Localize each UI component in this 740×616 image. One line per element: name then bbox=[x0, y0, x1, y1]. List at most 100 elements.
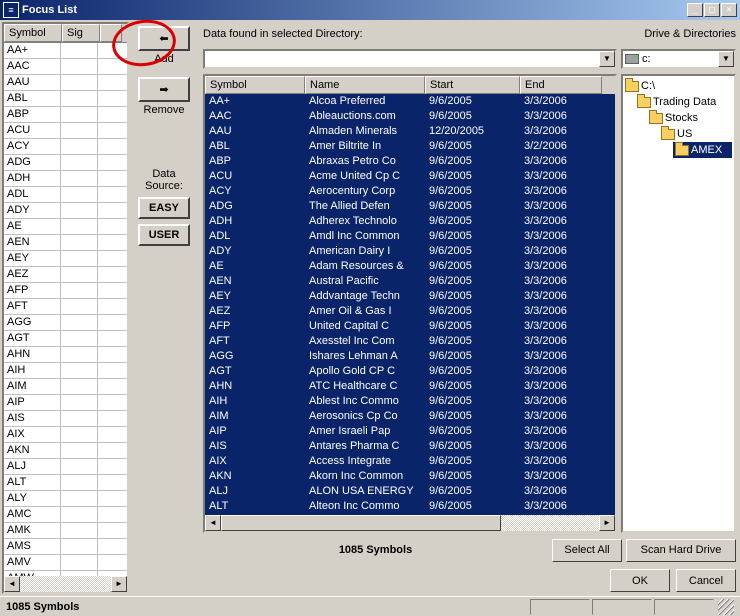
table-row[interactable]: AENAustral Pacific9/6/20053/3/2006 bbox=[205, 274, 615, 289]
list-item[interactable]: AE bbox=[4, 219, 127, 235]
remove-button[interactable]: ➡ bbox=[138, 77, 190, 102]
table-row[interactable]: AGGIshares Lehman A9/6/20053/3/2006 bbox=[205, 349, 615, 364]
table-row[interactable]: AFTAxesstel Inc Com9/6/20053/3/2006 bbox=[205, 334, 615, 349]
list-item[interactable]: AGG bbox=[4, 315, 127, 331]
list-item[interactable]: AHN bbox=[4, 347, 127, 363]
scroll-right-icon[interactable]: ► bbox=[599, 515, 615, 531]
list-item[interactable]: ALJ bbox=[4, 459, 127, 475]
list-item[interactable]: ADH bbox=[4, 171, 127, 187]
table-row[interactable]: AAUAlmaden Minerals12/20/20053/3/2006 bbox=[205, 124, 615, 139]
maximize-button[interactable]: □ bbox=[704, 3, 720, 17]
list-item[interactable]: ALY bbox=[4, 491, 127, 507]
list-item[interactable]: ABL bbox=[4, 91, 127, 107]
col-header-end[interactable]: End bbox=[520, 76, 602, 94]
table-row[interactable]: ADLAmdl Inc Common9/6/20053/3/2006 bbox=[205, 229, 615, 244]
col-header-symbol[interactable]: Symbol bbox=[205, 76, 305, 94]
list-item[interactable]: AMV bbox=[4, 555, 127, 571]
list-item[interactable]: ABP bbox=[4, 107, 127, 123]
list-item[interactable]: AA+ bbox=[4, 43, 127, 59]
cell-symbol: ABP bbox=[205, 154, 305, 169]
table-row[interactable]: ADGThe Allied Defen9/6/20053/3/2006 bbox=[205, 199, 615, 214]
table-row[interactable]: AFPUnited Capital C9/6/20053/3/2006 bbox=[205, 319, 615, 334]
table-row[interactable]: AIHAblest Inc Commo9/6/20053/3/2006 bbox=[205, 394, 615, 409]
add-button[interactable]: ⬅ bbox=[138, 26, 190, 51]
table-row[interactable]: ACYAerocentury Corp9/6/20053/3/2006 bbox=[205, 184, 615, 199]
list-item[interactable]: AMC bbox=[4, 507, 127, 523]
list-item[interactable]: AEZ bbox=[4, 267, 127, 283]
col-header-start[interactable]: Start bbox=[425, 76, 520, 94]
select-all-button[interactable]: Select All bbox=[552, 539, 622, 562]
table-row[interactable]: AIPAmer Israeli Pap9/6/20053/3/2006 bbox=[205, 424, 615, 439]
table-row[interactable]: AISAntares Pharma C9/6/20053/3/2006 bbox=[205, 439, 615, 454]
symbol-cell: ABL bbox=[4, 91, 61, 106]
table-row[interactable]: AACAbleauctions.com9/6/20053/3/2006 bbox=[205, 109, 615, 124]
table-row[interactable]: ACUAcme United Cp C9/6/20053/3/2006 bbox=[205, 169, 615, 184]
list-item[interactable]: AIM bbox=[4, 379, 127, 395]
table-row[interactable]: AA+Alcoa Preferred9/6/20053/3/2006 bbox=[205, 94, 615, 109]
list-item[interactable]: AGT bbox=[4, 331, 127, 347]
scroll-left-icon[interactable]: ◄ bbox=[205, 515, 221, 531]
table-row[interactable]: AEAdam Resources &9/6/20053/3/2006 bbox=[205, 259, 615, 274]
table-row[interactable]: AGTApollo Gold CP C9/6/20053/3/2006 bbox=[205, 364, 615, 379]
scroll-left-icon[interactable]: ◄ bbox=[4, 576, 20, 592]
list-item[interactable]: AEY bbox=[4, 251, 127, 267]
table-row[interactable]: ALTAlteon Inc Commo9/6/20053/3/2006 bbox=[205, 499, 615, 514]
table-row[interactable]: ADHAdherex Technolo9/6/20053/3/2006 bbox=[205, 214, 615, 229]
user-button[interactable]: USER bbox=[138, 224, 190, 246]
drive-combo[interactable]: c: ▼ bbox=[621, 49, 736, 69]
resize-grip-icon[interactable] bbox=[718, 599, 734, 615]
tree-node[interactable]: C:\ bbox=[625, 78, 732, 94]
list-item[interactable]: AIH bbox=[4, 363, 127, 379]
list-item[interactable]: ACU bbox=[4, 123, 127, 139]
minimize-button[interactable]: _ bbox=[687, 3, 703, 17]
tree-node[interactable]: Stocks bbox=[649, 110, 732, 126]
table-row[interactable]: AEYAddvantage Techn9/6/20053/3/2006 bbox=[205, 289, 615, 304]
list-item[interactable]: AAC bbox=[4, 59, 127, 75]
table-row[interactable]: ABLAmer Biltrite In9/6/20053/2/2006 bbox=[205, 139, 615, 154]
directory-combo[interactable]: ▼ bbox=[203, 49, 617, 69]
list-item[interactable]: AMS bbox=[4, 539, 127, 555]
list-item[interactable]: AFT bbox=[4, 299, 127, 315]
table-hscrollbar[interactable]: ◄ ► bbox=[205, 515, 615, 531]
list-item[interactable]: ADG bbox=[4, 155, 127, 171]
scroll-thumb[interactable] bbox=[221, 515, 501, 531]
cell-symbol: AIS bbox=[205, 439, 305, 454]
col-header-blank[interactable] bbox=[100, 24, 122, 42]
list-item[interactable]: AIP bbox=[4, 395, 127, 411]
table-row[interactable]: ADYAmerican Dairy I9/6/20053/3/2006 bbox=[205, 244, 615, 259]
directory-tree[interactable]: C:\Trading DataStocksUSAMEX bbox=[621, 74, 736, 533]
tree-node[interactable]: AMEX bbox=[673, 142, 732, 158]
table-row[interactable]: AEZAmer Oil & Gas I9/6/20053/3/2006 bbox=[205, 304, 615, 319]
table-row[interactable]: AHNATC Healthcare C9/6/20053/3/2006 bbox=[205, 379, 615, 394]
ok-button[interactable]: OK bbox=[610, 569, 670, 592]
col-header-name[interactable]: Name bbox=[305, 76, 425, 94]
table-row[interactable]: AKNAkorn Inc Common9/6/20053/3/2006 bbox=[205, 469, 615, 484]
list-item[interactable]: ALT bbox=[4, 475, 127, 491]
tree-node[interactable]: US bbox=[661, 126, 732, 142]
list-item[interactable]: ACY bbox=[4, 139, 127, 155]
table-row[interactable]: AIXAccess Integrate9/6/20053/3/2006 bbox=[205, 454, 615, 469]
list-item[interactable]: AIX bbox=[4, 427, 127, 443]
list-item[interactable]: ADL bbox=[4, 187, 127, 203]
list-item[interactable]: AKN bbox=[4, 443, 127, 459]
close-button[interactable]: × bbox=[721, 3, 737, 17]
scroll-right-icon[interactable]: ► bbox=[111, 576, 127, 592]
cancel-button[interactable]: Cancel bbox=[676, 569, 736, 592]
left-hscrollbar[interactable]: ◄ ► bbox=[4, 576, 127, 592]
dropdown-icon[interactable]: ▼ bbox=[599, 51, 615, 67]
list-item[interactable]: AMK bbox=[4, 523, 127, 539]
scan-hard-drive-button[interactable]: Scan Hard Drive bbox=[626, 539, 736, 562]
table-row[interactable]: ALJALON USA ENERGY9/6/20053/3/2006 bbox=[205, 484, 615, 499]
list-item[interactable]: ADY bbox=[4, 203, 127, 219]
table-row[interactable]: ABPAbraxas Petro Co9/6/20053/3/2006 bbox=[205, 154, 615, 169]
list-item[interactable]: AIS bbox=[4, 411, 127, 427]
table-row[interactable]: AIMAerosonics Cp Co9/6/20053/3/2006 bbox=[205, 409, 615, 424]
list-item[interactable]: AFP bbox=[4, 283, 127, 299]
tree-node[interactable]: Trading Data bbox=[637, 94, 732, 110]
dropdown-icon[interactable]: ▼ bbox=[718, 51, 734, 67]
col-header-sig[interactable]: Sig bbox=[62, 24, 100, 42]
list-item[interactable]: AEN bbox=[4, 235, 127, 251]
list-item[interactable]: AAU bbox=[4, 75, 127, 91]
col-header-symbol[interactable]: Symbol bbox=[4, 24, 62, 42]
easy-button[interactable]: EASY bbox=[138, 197, 190, 219]
